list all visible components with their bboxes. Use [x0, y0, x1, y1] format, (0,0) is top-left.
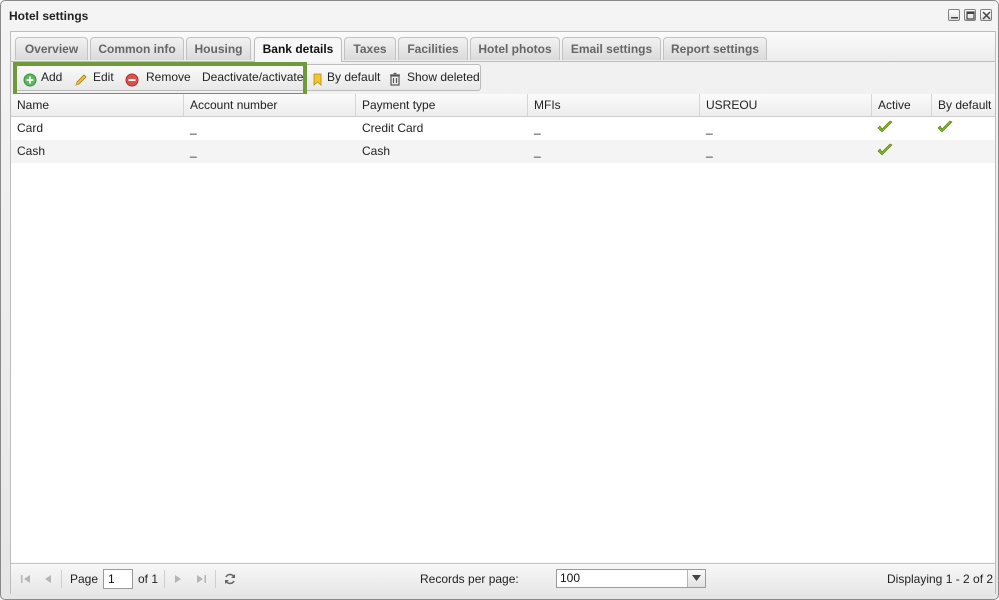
tab-label: Taxes — [353, 42, 387, 56]
tab-label: Email settings — [570, 42, 653, 56]
bank-details-grid: Name Account number Payment type MFIs US… — [11, 94, 995, 562]
minimize-icon[interactable] — [948, 9, 960, 21]
column-header-name[interactable]: Name — [11, 94, 184, 116]
records-per-page-value: 100 — [560, 571, 581, 585]
cell-name: Card — [17, 121, 44, 135]
column-header-usreou[interactable]: USREOU — [700, 94, 872, 116]
active-check-icon — [877, 143, 893, 161]
tab-email-settings[interactable]: Email settings — [562, 37, 661, 60]
cell-account-number: _ — [190, 121, 197, 135]
by-default-check-icon — [937, 120, 953, 138]
tab-label: Housing — [194, 42, 243, 56]
last-page-icon[interactable] — [194, 572, 208, 586]
window-title: Hotel settings — [9, 9, 89, 23]
pencil-icon — [74, 71, 88, 86]
add-button[interactable]: Add — [23, 65, 65, 90]
records-per-page-select[interactable]: 100 — [556, 569, 706, 588]
remove-label: Remove — [146, 70, 191, 84]
column-header-active[interactable]: Active — [872, 94, 932, 116]
refresh-icon[interactable] — [223, 572, 237, 586]
settings-panel: Overview Common info Housing Bank detail… — [10, 31, 996, 594]
cell-mfis: _ — [534, 144, 541, 158]
tab-label: Bank details — [262, 42, 334, 56]
tab-facilities[interactable]: Facilities — [398, 37, 468, 60]
tab-hotel-photos[interactable]: Hotel photos — [470, 37, 560, 60]
active-check-icon — [877, 120, 893, 138]
separator — [164, 570, 165, 588]
tab-label: Common info — [98, 42, 176, 56]
page-count-label: of 1 — [138, 572, 159, 586]
title-bar: Hotel settings — [1, 1, 998, 31]
show-deleted-button[interactable]: Show deleted — [388, 65, 480, 90]
cell-usreou: _ — [706, 121, 713, 135]
tab-housing[interactable]: Housing — [186, 37, 251, 60]
table-row[interactable]: Card _ Credit Card _ _ — [11, 117, 995, 140]
tab-strip: Overview Common info Housing Bank detail… — [11, 32, 995, 62]
column-header-account-number[interactable]: Account number — [184, 94, 356, 116]
cell-account-number: _ — [190, 144, 197, 158]
cell-usreou: _ — [706, 144, 713, 158]
edit-button[interactable]: Edit — [74, 65, 116, 90]
tab-bank-details[interactable]: Bank details — [254, 37, 342, 62]
previous-page-icon[interactable] — [41, 572, 55, 586]
trash-icon — [388, 70, 402, 86]
remove-button[interactable]: Remove — [125, 65, 191, 90]
by-default-button[interactable]: By default — [309, 65, 381, 90]
tab-report-settings[interactable]: Report settings — [663, 37, 767, 60]
tab-label: Facilities — [407, 42, 459, 56]
deactivate-label: Deactivate/activate — [202, 70, 304, 84]
tab-common-info[interactable]: Common info — [90, 37, 184, 60]
paging-toolbar: Page 1 of 1 Records per page: 100 Displa… — [11, 563, 995, 594]
close-icon[interactable] — [980, 9, 992, 21]
records-per-page-label: Records per page: — [420, 572, 519, 586]
cell-mfis: _ — [534, 121, 541, 135]
page-number-input[interactable]: 1 — [103, 569, 133, 589]
column-header-payment-type[interactable]: Payment type — [356, 94, 528, 116]
maximize-icon[interactable] — [964, 9, 976, 21]
tab-taxes[interactable]: Taxes — [344, 37, 396, 60]
displaying-info: Displaying 1 - 2 of 2 — [887, 572, 994, 586]
deactivate-activate-button[interactable]: Deactivate/activate — [202, 65, 304, 90]
first-page-icon[interactable] — [19, 572, 33, 586]
page-label: Page — [70, 572, 99, 586]
cell-payment-type: Cash — [362, 144, 391, 158]
hotel-settings-window: Hotel settings Overview Common info Hous… — [0, 0, 999, 600]
by-default-label: By default — [327, 70, 381, 84]
separator — [215, 570, 216, 588]
separator — [61, 570, 62, 588]
column-header-by-default[interactable]: By default — [932, 94, 995, 116]
next-page-icon[interactable] — [171, 572, 185, 586]
table-row[interactable]: Cash _ Cash _ _ — [11, 140, 995, 163]
column-header-mfis[interactable]: MFIs — [528, 94, 700, 116]
grid-header: Name Account number Payment type MFIs US… — [11, 94, 995, 117]
chevron-down-icon[interactable] — [687, 570, 705, 587]
add-icon — [23, 71, 37, 87]
tab-overview[interactable]: Overview — [15, 37, 88, 60]
cell-payment-type: Credit Card — [362, 121, 424, 135]
show-deleted-label: Show deleted — [407, 70, 480, 84]
tab-label: Overview — [24, 42, 79, 56]
toolbar-button-group: Add Edit Remove Deactivate/activate By d… — [14, 64, 481, 91]
cell-name: Cash — [17, 144, 46, 158]
remove-icon — [125, 71, 139, 87]
default-icon — [311, 71, 325, 86]
tab-label: Hotel photos — [478, 42, 552, 56]
tab-label: Report settings — [670, 42, 759, 56]
add-label: Add — [41, 70, 63, 84]
edit-label: Edit — [93, 70, 114, 84]
grid-toolbar: Add Edit Remove Deactivate/activate By d… — [11, 62, 995, 97]
